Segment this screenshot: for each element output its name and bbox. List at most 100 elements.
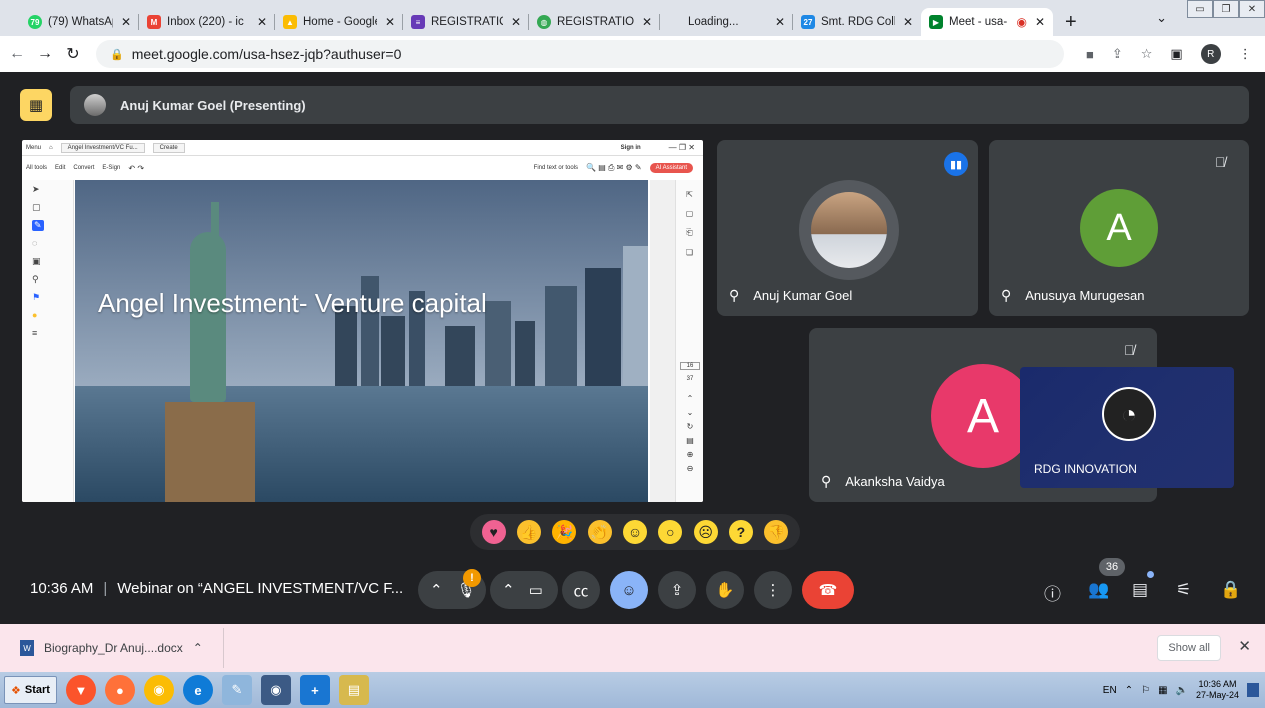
participant-tile-anuj[interactable]: ▮▮ ⚲ Anuj Kumar Goel [717,140,978,316]
tab-label: REGISTRATION [431,16,503,28]
people-icon[interactable]: 👥 [1088,580,1109,600]
tab-gmail[interactable]: M Inbox (220) - ic ✕ [139,8,275,36]
flag-icon[interactable]: ⚐ [1141,685,1150,696]
share-icon[interactable]: ⇪ [1112,46,1123,62]
surprised-emoji-icon[interactable]: ○ [658,520,683,544]
pdf-left-toolbar: ➤ ▢ ✎ ◌ ▣ ⚲ ⚑ ● ≡ [22,180,74,502]
show-desktop-icon[interactable] [1247,683,1259,697]
meeting-details-icon[interactable]: ⓘ [1044,580,1061,605]
participant-name-row: ⚲ Akanksha Vaidya [821,473,945,490]
close-tab-icon[interactable]: ✕ [385,15,395,29]
tray-chevron-icon[interactable]: ⌃ [1125,685,1133,696]
self-view-tile[interactable]: ◔ RDG INNOVATION [1020,367,1234,488]
start-label: Start [24,684,50,696]
restore-icon[interactable]: ❐ [1213,0,1239,18]
tab-loading[interactable]: Loading... ✕ [660,8,793,36]
plus-app-icon[interactable]: + [299,675,330,705]
edge-icon[interactable]: e [182,675,213,705]
forms-icon: ≡ [411,15,425,29]
activities-icon[interactable]: ⚟ [1176,580,1191,600]
tab-registration-forms[interactable]: ≡ REGISTRATION ✕ [403,8,529,36]
lines-icon: ≡ [32,328,38,338]
camera-in-use-icon[interactable]: ■ [1086,47,1094,62]
side-panel-icon[interactable]: ▣ [1170,46,1182,62]
edit-menu: Edit [55,165,66,171]
participant-name: Akanksha Vaidya [845,474,945,489]
brave-icon[interactable]: ▼ [65,675,96,705]
close-tab-icon[interactable]: ✕ [1035,15,1045,29]
tab-search-chevron-icon[interactable]: ⌄ [1156,10,1167,26]
os-taskbar: ❖ Start ▼ ● ◉ e ✎ ◉ + ▤ EN ⌃ ⚐ ▦ 🔈 10:36… [0,672,1265,708]
profile-avatar[interactable]: R [1200,44,1221,64]
captions-button[interactable]: ㏄ [562,571,600,609]
system-clock[interactable]: 10:36 AM 27-May-24 [1196,679,1239,701]
meeting-title: Webinar on “ANGEL INVESTMENT/VC F... [117,580,404,597]
camera-button[interactable]: ⌃ ▭ [490,571,558,609]
paint-icon[interactable]: ✎ [221,675,252,705]
network-icon[interactable]: ▦ [1158,685,1167,696]
thumbs-down-emoji-icon[interactable]: 👎 [764,520,789,544]
toolbar-icons: ■ ⇪ ☆ ▣ R ⋮ [1086,44,1252,64]
participant-tile-anusuya[interactable]: A 🎙̸ ⚲ Anusuya Murugesan [989,140,1249,316]
present-button[interactable]: ⇪ [658,571,696,609]
tab-meet[interactable]: ▶ Meet - usa- ◉ ✕ [921,8,1053,36]
minimize-icon[interactable]: ▭ [1187,0,1213,18]
crying-emoji-icon[interactable]: ☹ [693,520,718,544]
download-item[interactable]: W Biography_Dr Anuj....docx ⌃ [0,628,224,668]
thinking-emoji-icon[interactable]: ? [728,520,753,544]
leave-call-button[interactable]: ☎ [802,571,854,609]
chat-notification-dot [1147,571,1154,578]
chat-icon[interactable]: ▤ [1132,580,1148,600]
pin-icon[interactable]: ⚲ [729,287,739,304]
create-tab: Create [152,142,185,153]
sparkling-heart-emoji-icon[interactable]: ♥ [481,520,506,544]
close-downloads-icon[interactable]: ✕ [1238,637,1251,655]
tab-whatsapp[interactable]: 79 (79) WhatsApp ✕ [20,8,139,36]
more-menu-icon[interactable]: ⋮ [1239,46,1252,62]
copy-icon: ❏ [685,248,694,257]
close-tab-icon[interactable]: ✕ [257,15,267,29]
stop-presenting-layout-icon[interactable]: ▦ [20,89,52,121]
clapping-hands-emoji-icon[interactable]: 👏 [587,520,612,544]
thumbs-up-emoji-icon[interactable]: 👍 [516,520,541,544]
close-tab-icon[interactable]: ✕ [903,15,913,29]
tab-google-drive[interactable]: ▲ Home - Google ✕ [275,8,403,36]
url-input[interactable]: 🔒 meet.google.com/usa-hsez-jqb?authuser=… [96,40,1064,68]
more-options-button[interactable]: ⋮ [754,571,792,609]
comment-icon: ▢ [685,209,694,218]
raise-hand-button[interactable]: ✋ [706,571,744,609]
close-tab-icon[interactable]: ✕ [511,15,521,29]
show-all-button[interactable]: Show all [1157,635,1221,661]
close-tab-icon[interactable]: ✕ [775,15,785,29]
tab-rdg-college[interactable]: 27 Smt. RDG Colle ✕ [793,8,921,36]
reactions-button[interactable]: ☺ [610,571,648,609]
reload-icon[interactable]: ↻ [62,44,84,64]
bookmark-star-icon[interactable]: ☆ [1141,46,1153,62]
chrome-profile-icon[interactable]: ◉ [260,675,291,705]
joy-emoji-icon[interactable]: ☺ [622,520,647,544]
pin-icon[interactable]: ⚲ [821,473,831,490]
forward-icon[interactable]: → [34,45,56,63]
firefox-icon[interactable]: ● [104,675,135,705]
language-indicator[interactable]: EN [1103,685,1117,696]
host-controls-icon[interactable]: 🔒 [1220,580,1241,600]
close-window-icon[interactable]: ✕ [1239,0,1265,18]
close-tab-icon[interactable]: ✕ [642,15,652,29]
start-button[interactable]: ❖ Start [4,676,57,704]
chrome-icon[interactable]: ◉ [143,675,174,705]
window-controls: ▭ ❐ ✕ [1187,0,1265,18]
close-tab-icon[interactable]: ✕ [121,15,131,29]
pin-icon[interactable]: ⚲ [1001,287,1011,304]
new-tab-button[interactable]: + [1065,11,1077,34]
file-manager-icon[interactable]: ▤ [338,675,369,705]
lock-icon[interactable]: 🔒 [110,48,124,61]
party-popper-emoji-icon[interactable]: 🎉 [552,520,577,544]
volume-icon[interactable]: 🔈 [1176,685,1188,696]
back-icon[interactable]: ← [6,45,28,63]
tab-label: Smt. RDG Colle [821,16,895,28]
participant-name-row: ⚲ Anuj Kumar Goel [729,287,852,304]
chevron-up-icon[interactable]: ⌃ [430,581,443,599]
chevron-up-icon[interactable]: ⌃ [193,641,203,655]
tab-registration[interactable]: ◍ REGISTRATION ✕ [529,8,660,36]
chevron-up-icon[interactable]: ⌃ [502,581,515,599]
